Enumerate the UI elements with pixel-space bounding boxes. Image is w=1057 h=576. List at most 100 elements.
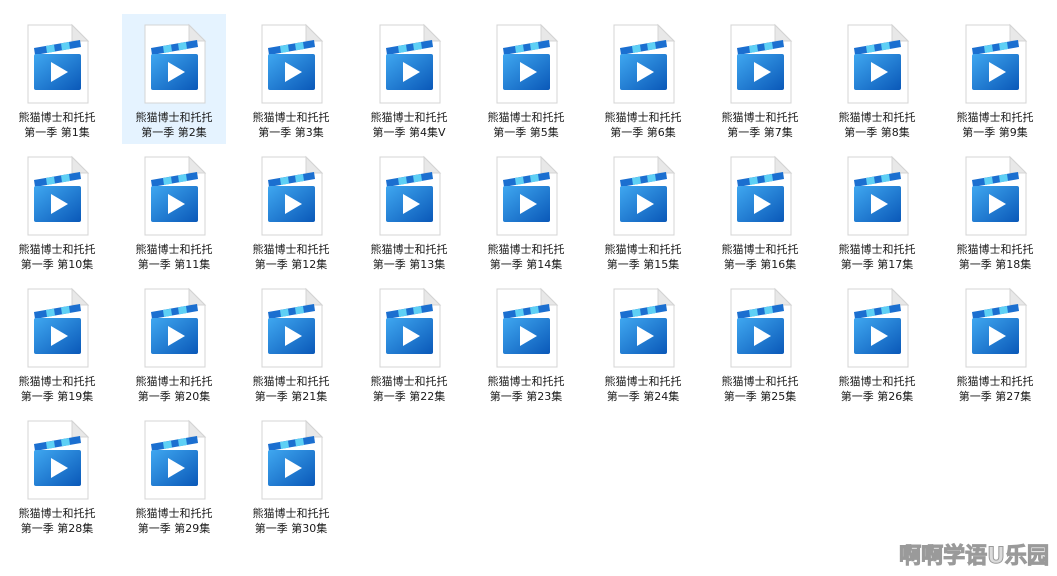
video-file-icon — [730, 23, 793, 104]
file-name-line2: 第一季 第25集 — [723, 390, 797, 403]
file-name-line2: 第一季 第18集 — [958, 258, 1032, 271]
file-name: 熊猫博士和托托 第一季 第24集 — [591, 374, 695, 404]
video-file-icon — [144, 23, 207, 104]
file-name: 熊猫博士和托托 第一季 第15集 — [591, 242, 695, 272]
file-item[interactable]: 熊猫博士和托托 第一季 第11集 — [122, 146, 226, 276]
file-name: 熊猫博士和托托 第一季 第10集 — [5, 242, 109, 272]
file-name-line1: 熊猫博士和托托 — [252, 111, 330, 124]
video-file-icon — [379, 287, 442, 368]
file-name: 熊猫博士和托托 第一季 第4集V — [357, 110, 461, 140]
file-item[interactable]: 熊猫博士和托托 第一季 第17集 — [825, 146, 929, 276]
video-file-icon — [261, 23, 324, 104]
file-name: 熊猫博士和托托 第一季 第23集 — [474, 374, 578, 404]
file-item[interactable]: 熊猫博士和托托 第一季 第3集 — [239, 14, 343, 144]
file-name: 熊猫博士和托托 第一季 第27集 — [943, 374, 1047, 404]
file-name-line1: 熊猫博士和托托 — [135, 243, 213, 256]
video-file-icon — [613, 155, 676, 236]
file-name-line1: 熊猫博士和托托 — [18, 375, 96, 388]
file-item[interactable]: 熊猫博士和托托 第一季 第29集 — [122, 410, 226, 540]
file-name-line2: 第一季 第8集 — [844, 126, 910, 139]
file-item[interactable]: 熊猫博士和托托 第一季 第9集 — [943, 14, 1047, 144]
file-item[interactable]: 熊猫博士和托托 第一季 第28集 — [5, 410, 109, 540]
file-item[interactable]: 熊猫博士和托托 第一季 第24集 — [591, 278, 695, 408]
file-name-line1: 熊猫博士和托托 — [370, 111, 448, 124]
file-name-line1: 熊猫博士和托托 — [252, 243, 330, 256]
file-name-line1: 熊猫博士和托托 — [370, 375, 448, 388]
file-item[interactable]: 熊猫博士和托托 第一季 第15集 — [591, 146, 695, 276]
file-item[interactable]: 熊猫博士和托托 第一季 第27集 — [943, 278, 1047, 408]
video-file-icon — [613, 23, 676, 104]
file-item[interactable]: 熊猫博士和托托 第一季 第7集 — [708, 14, 812, 144]
video-file-icon — [379, 23, 442, 104]
file-name-line1: 熊猫博士和托托 — [370, 243, 448, 256]
file-item[interactable]: 熊猫博士和托托 第一季 第19集 — [5, 278, 109, 408]
video-file-icon — [144, 419, 207, 500]
file-name-line1: 熊猫博士和托托 — [721, 375, 799, 388]
file-item[interactable]: 熊猫博士和托托 第一季 第8集 — [825, 14, 929, 144]
file-item[interactable]: 熊猫博士和托托 第一季 第23集 — [474, 278, 578, 408]
file-name: 熊猫博士和托托 第一季 第11集 — [122, 242, 226, 272]
file-name-line1: 熊猫博士和托托 — [18, 111, 96, 124]
file-name: 熊猫博士和托托 第一季 第18集 — [943, 242, 1047, 272]
file-name-line2: 第一季 第26集 — [840, 390, 914, 403]
file-name: 熊猫博士和托托 第一季 第2集 — [122, 110, 226, 140]
file-item[interactable]: 熊猫博士和托托 第一季 第21集 — [239, 278, 343, 408]
file-item[interactable]: 熊猫博士和托托 第一季 第10集 — [5, 146, 109, 276]
file-name-line1: 熊猫博士和托托 — [838, 111, 916, 124]
file-name: 熊猫博士和托托 第一季 第13集 — [357, 242, 461, 272]
file-name-line1: 熊猫博士和托托 — [838, 375, 916, 388]
file-name-line2: 第一季 第7集 — [727, 126, 793, 139]
file-name-line2: 第一季 第19集 — [20, 390, 94, 403]
file-name-line2: 第一季 第22集 — [372, 390, 446, 403]
video-file-icon — [965, 23, 1028, 104]
video-file-icon — [496, 287, 559, 368]
file-name-line1: 熊猫博士和托托 — [956, 111, 1034, 124]
file-item[interactable]: 熊猫博士和托托 第一季 第26集 — [825, 278, 929, 408]
file-name-line2: 第一季 第30集 — [254, 522, 328, 535]
video-file-icon — [379, 155, 442, 236]
video-file-icon — [965, 155, 1028, 236]
file-name-line2: 第一季 第24集 — [606, 390, 680, 403]
file-name-line1: 熊猫博士和托托 — [956, 375, 1034, 388]
file-item[interactable]: 熊猫博士和托托 第一季 第1集 — [5, 14, 109, 144]
video-file-icon — [261, 287, 324, 368]
file-name: 熊猫博士和托托 第一季 第6集 — [591, 110, 695, 140]
file-item[interactable]: 熊猫博士和托托 第一季 第25集 — [708, 278, 812, 408]
file-name-line2: 第一季 第1集 — [24, 126, 90, 139]
file-name-line2: 第一季 第17集 — [840, 258, 914, 271]
file-name-line1: 熊猫博士和托托 — [604, 375, 682, 388]
file-name: 熊猫博士和托托 第一季 第12集 — [239, 242, 343, 272]
file-item[interactable]: 熊猫博士和托托 第一季 第16集 — [708, 146, 812, 276]
file-item[interactable]: 熊猫博士和托托 第一季 第13集 — [357, 146, 461, 276]
file-name: 熊猫博士和托托 第一季 第5集 — [474, 110, 578, 140]
file-item[interactable]: 熊猫博士和托托 第一季 第5集 — [474, 14, 578, 144]
file-item[interactable]: 熊猫博士和托托 第一季 第30集 — [239, 410, 343, 540]
file-name: 熊猫博士和托托 第一季 第9集 — [943, 110, 1047, 140]
file-name-line1: 熊猫博士和托托 — [252, 375, 330, 388]
file-name: 熊猫博士和托托 第一季 第19集 — [5, 374, 109, 404]
file-name-line1: 熊猫博士和托托 — [838, 243, 916, 256]
file-name-line2: 第一季 第11集 — [137, 258, 211, 271]
file-item[interactable]: 熊猫博士和托托 第一季 第20集 — [122, 278, 226, 408]
file-name-line1: 熊猫博士和托托 — [135, 507, 213, 520]
file-name-line1: 熊猫博士和托托 — [487, 111, 565, 124]
file-name-line2: 第一季 第23集 — [489, 390, 563, 403]
file-item[interactable]: 熊猫博士和托托 第一季 第12集 — [239, 146, 343, 276]
file-name-line2: 第一季 第15集 — [606, 258, 680, 271]
video-file-icon — [261, 155, 324, 236]
file-item[interactable]: 熊猫博士和托托 第一季 第2集 — [122, 14, 226, 144]
video-file-icon — [27, 287, 90, 368]
file-item[interactable]: 熊猫博士和托托 第一季 第14集 — [474, 146, 578, 276]
file-item[interactable]: 熊猫博士和托托 第一季 第4集V — [357, 14, 461, 144]
file-name-line2: 第一季 第12集 — [254, 258, 328, 271]
watermark: 啊啊学语U乐园 — [899, 544, 1050, 570]
video-file-icon — [144, 287, 207, 368]
file-name-line1: 熊猫博士和托托 — [604, 243, 682, 256]
file-item[interactable]: 熊猫博士和托托 第一季 第22集 — [357, 278, 461, 408]
file-item[interactable]: 熊猫博士和托托 第一季 第18集 — [943, 146, 1047, 276]
video-file-icon — [730, 287, 793, 368]
file-name: 熊猫博士和托托 第一季 第30集 — [239, 506, 343, 536]
file-item[interactable]: 熊猫博士和托托 第一季 第6集 — [591, 14, 695, 144]
file-name-line1: 熊猫博士和托托 — [956, 243, 1034, 256]
file-name-line2: 第一季 第21集 — [254, 390, 328, 403]
